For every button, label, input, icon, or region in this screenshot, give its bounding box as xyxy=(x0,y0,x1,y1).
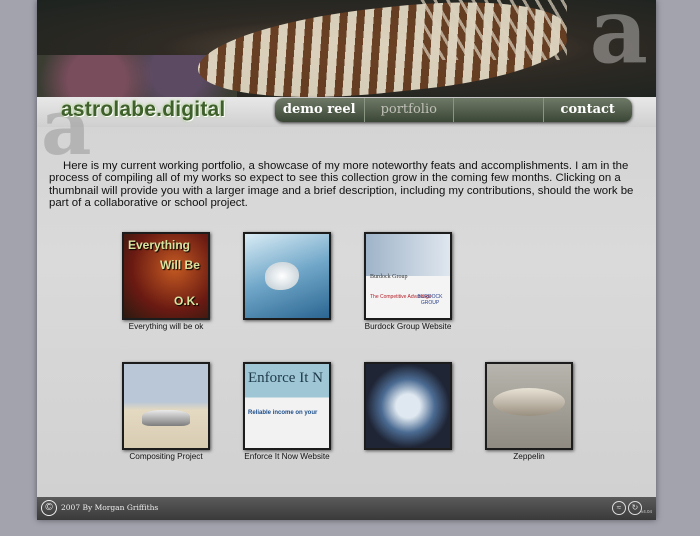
footer-copyright-text: 2007 By Morgan Griffiths xyxy=(61,503,159,512)
thumbnail-everything-ok[interactable]: Everything Will Be O.K. xyxy=(122,232,210,320)
thumbnail-water-rose[interactable] xyxy=(243,232,331,320)
fish-fins-decoration xyxy=(417,0,567,60)
copyright-icon: © xyxy=(41,500,57,516)
intro-paragraph: Here is my current working portfolio, a … xyxy=(49,160,634,210)
thumbnail-caption[interactable]: Burdock Group Website xyxy=(363,322,453,331)
refresh-icon[interactable]: ↻ xyxy=(628,501,642,515)
portfolio-item: Burdock Group The Competitive Advantage … xyxy=(363,232,453,331)
portfolio-item xyxy=(242,232,332,322)
thumbnail-caption[interactable]: Zeppelin xyxy=(484,452,574,461)
thumb-text: BURDOCK GROUP xyxy=(417,294,443,306)
thumb-text: Reliable income on your xyxy=(248,410,318,416)
portfolio-item: Everything Will Be O.K. Everything will … xyxy=(121,232,211,331)
thumb-photo xyxy=(366,234,450,276)
thumbnail-caption[interactable]: Everything will be ok xyxy=(121,322,211,331)
portfolio-item: Enforce It N Reliable income on your Enf… xyxy=(242,362,332,461)
thumbnail-caption[interactable]: Compositing Project xyxy=(121,452,211,461)
thumb-text: Everything xyxy=(128,238,191,252)
alpha-watermark: a xyxy=(589,0,648,84)
thumbnail-globe[interactable] xyxy=(364,362,452,450)
portfolio-item xyxy=(363,362,453,452)
footer-bar: © 2007 By Morgan Griffiths ≈ ↻ v4.04 xyxy=(37,497,656,520)
thumb-text: Will Be xyxy=(160,258,200,272)
nav-contact[interactable]: contact xyxy=(544,98,633,122)
nav-blank[interactable] xyxy=(454,98,544,122)
header-banner-image: a xyxy=(37,0,656,97)
thumbnail-zeppelin[interactable] xyxy=(485,362,573,450)
thumbnail-caption[interactable]: Enforce It Now Website xyxy=(242,452,332,461)
site-logo[interactable]: astrolabe.digital xyxy=(61,98,225,122)
thumb-text: O.K. xyxy=(174,294,199,308)
page-container: a a astrolabe.digital demo reel portfoli… xyxy=(37,0,656,520)
version-label: v4.04 xyxy=(640,509,652,514)
itunes-icon[interactable]: ≈ xyxy=(612,501,626,515)
thumbnail-enforce-it-now[interactable]: Enforce It N Reliable income on your xyxy=(243,362,331,450)
thumbnail-burdock-group[interactable]: Burdock Group The Competitive Advantage … xyxy=(364,232,452,320)
thumbnail-compositing[interactable] xyxy=(122,362,210,450)
thumb-text: Burdock Group xyxy=(370,274,408,280)
portfolio-item: Compositing Project xyxy=(121,362,211,461)
nav-portfolio[interactable]: portfolio xyxy=(365,98,454,122)
main-menu: demo reel portfolio contact xyxy=(275,98,632,122)
portfolio-item: Zeppelin xyxy=(484,362,574,461)
nav-demo-reel[interactable]: demo reel xyxy=(275,98,365,122)
thumb-text: Enforce It N xyxy=(248,370,323,386)
